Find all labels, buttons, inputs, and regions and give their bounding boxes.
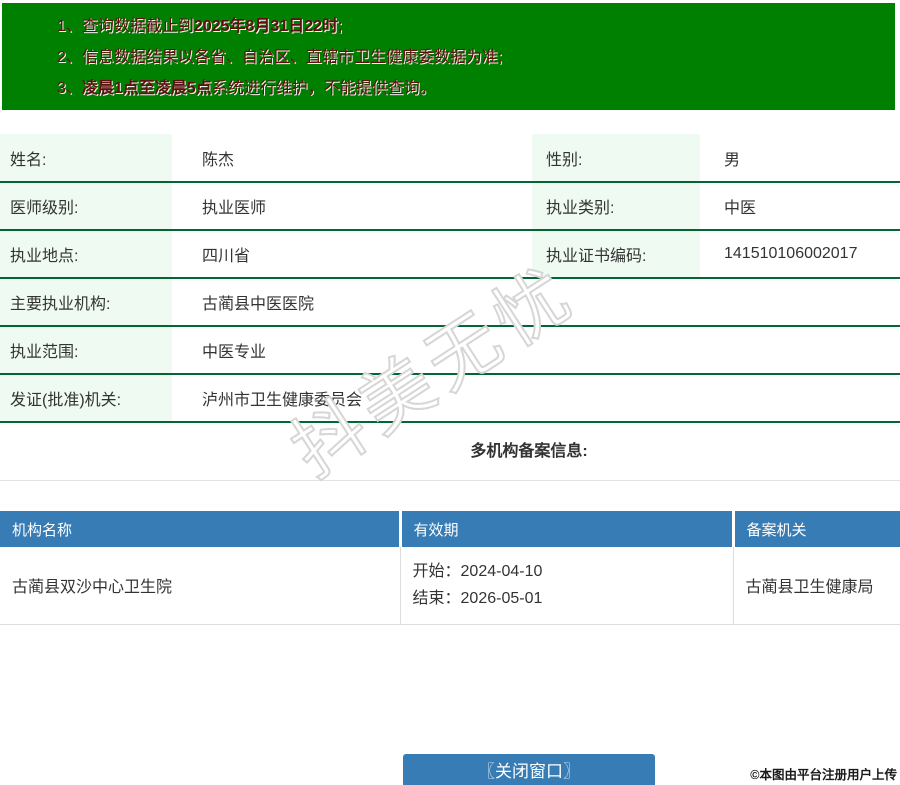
field-value-issuing-authority: 泸州市卫生健康委员会 <box>172 374 900 422</box>
notice-line-3: 3、凌晨1点至凌晨5点系统进行维护，不能提供查询。 <box>2 73 895 104</box>
field-value-practice-category: 中医 <box>700 182 900 230</box>
notice-number: 3、 <box>57 80 82 97</box>
upload-stamp: ©本图由平台注册用户上传 <box>750 764 897 783</box>
notice-line-2: 2、信息数据结果以各省、自治区、直辖市卫生健康委数据为准; <box>2 42 895 73</box>
notice-text: ; <box>338 18 342 35</box>
field-value-practice-scope: 中医专业 <box>172 326 900 374</box>
field-label-doctor-level: 医师级别: <box>0 182 172 230</box>
field-value-practice-location: 四川省 <box>172 230 532 278</box>
notice-text: 系统进行维护，不能提供查询。 <box>212 80 436 97</box>
column-header-org-name: 机构名称 <box>0 511 400 547</box>
field-value-certificate-number: 141510106002017 <box>700 230 900 278</box>
notice-text-bold: 凌晨1点至凌晨5点 <box>82 80 212 97</box>
table-row: 医师级别: 执业医师 执业类别: 中医 <box>0 182 900 230</box>
field-label-name: 姓名: <box>0 134 172 182</box>
table-row: 姓名: 陈杰 性别: 男 <box>0 134 900 182</box>
filing-table: 机构名称 有效期 备案机关 古蔺县双沙中心卫生院 开始：2024-04-10 结… <box>0 511 900 625</box>
practitioner-details-table: 姓名: 陈杰 性别: 男 医师级别: 执业医师 执业类别: 中医 执业地点: 四… <box>0 134 900 423</box>
validity-start-label: 开始： <box>413 563 461 580</box>
filing-org-name: 古蔺县双沙中心卫生院 <box>0 547 400 624</box>
multi-institution-section-title: 多机构备案信息: <box>0 423 900 481</box>
field-label-practice-scope: 执业范围: <box>0 326 172 374</box>
notice-text: 查询数据截止到 <box>82 18 194 35</box>
field-label-practice-location: 执业地点: <box>0 230 172 278</box>
field-label-certificate-number: 执业证书编码: <box>532 230 700 278</box>
filing-header-row: 机构名称 有效期 备案机关 <box>0 511 900 547</box>
validity-end-label: 结束： <box>413 590 461 607</box>
validity-end-date: 2026-05-01 <box>461 590 543 607</box>
field-value-name: 陈杰 <box>172 134 532 182</box>
filing-data-row: 古蔺县双沙中心卫生院 开始：2024-04-10 结束：2026-05-01 古… <box>0 547 900 624</box>
validity-start: 开始：2024-04-10 <box>413 558 733 585</box>
notice-text-bold: 2025年8月31日22时 <box>194 18 338 35</box>
page: 1、查询数据截止到2025年8月31日22时; 2、信息数据结果以各省、自治区、… <box>0 3 900 785</box>
table-row: 发证(批准)机关: 泸州市卫生健康委员会 <box>0 374 900 422</box>
table-row: 执业范围: 中医专业 <box>0 326 900 374</box>
filing-validity: 开始：2024-04-10 结束：2026-05-01 <box>400 547 733 624</box>
field-value-main-institution: 古蔺县中医医院 <box>172 278 900 326</box>
column-header-validity: 有效期 <box>400 511 733 547</box>
table-row: 执业地点: 四川省 执业证书编码: 141510106002017 <box>0 230 900 278</box>
field-value-doctor-level: 执业医师 <box>172 182 532 230</box>
notice-text: 信息数据结果以各省、自治区、直辖市卫生健康委数据为准; <box>82 49 502 66</box>
filing-authority: 古蔺县卫生健康局 <box>733 547 900 624</box>
field-label-gender: 性别: <box>532 134 700 182</box>
close-window-button[interactable]: 〖关闭窗口〗 <box>403 754 655 785</box>
validity-end: 结束：2026-05-01 <box>413 585 733 612</box>
table-row: 主要执业机构: 古蔺县中医医院 <box>0 278 900 326</box>
notice-line-1: 1、查询数据截止到2025年8月31日22时; <box>2 11 895 42</box>
notice-number: 1、 <box>57 18 82 35</box>
notice-number: 2、 <box>57 49 82 66</box>
field-label-main-institution: 主要执业机构: <box>0 278 172 326</box>
notice-banner: 1、查询数据截止到2025年8月31日22时; 2、信息数据结果以各省、自治区、… <box>2 3 895 110</box>
validity-start-date: 2024-04-10 <box>461 563 543 580</box>
column-header-authority: 备案机关 <box>733 511 900 547</box>
field-value-gender: 男 <box>700 134 900 182</box>
field-label-practice-category: 执业类别: <box>532 182 700 230</box>
field-label-issuing-authority: 发证(批准)机关: <box>0 374 172 422</box>
